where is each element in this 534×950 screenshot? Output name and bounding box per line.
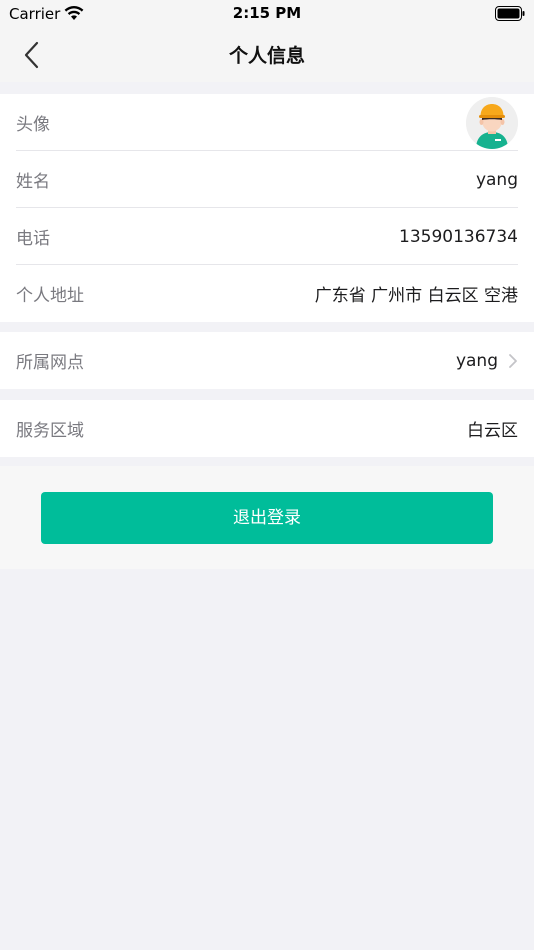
status-bar: Carrier 2:15 PM — [0, 0, 534, 28]
service-area-value: 白云区 — [467, 421, 518, 441]
worker-avatar-icon — [466, 96, 518, 149]
name-value: yang — [475, 169, 518, 190]
service-area-group: 服务区域 白云区 — [0, 400, 534, 457]
status-time: 2:15 PM — [232, 4, 302, 22]
service-area-row[interactable]: 服务区域 白云区 — [0, 400, 534, 457]
outlet-value: yang — [455, 350, 498, 371]
service-area-label: 服务区域 — [16, 421, 84, 441]
chevron-right-icon — [509, 353, 517, 368]
name-label: 姓名 — [16, 172, 50, 192]
name-row[interactable]: 姓名 yang — [0, 151, 534, 208]
page-title: 个人信息 — [228, 45, 305, 67]
logout-section: 退出登录 — [0, 466, 534, 569]
phone-value: 13590136734 — [399, 226, 518, 247]
avatar[interactable] — [466, 96, 518, 149]
avatar-row[interactable]: 头像 — [0, 94, 534, 151]
battery-icon — [495, 6, 525, 21]
avatar-label: 头像 — [16, 115, 50, 135]
address-row[interactable]: 个人地址 广东省 广州市 白云区 空港 — [0, 265, 534, 322]
outlet-group: 所属网点 yang — [0, 332, 534, 389]
profile-group: 头像 姓名 yang 电话 13590136734 个人地址 广东省 广州市 白… — [0, 94, 534, 322]
phone-label: 电话 — [16, 229, 50, 249]
outlet-row[interactable]: 所属网点 yang — [0, 332, 534, 389]
address-value: 广东省 广州市 白云区 空港 — [314, 286, 518, 306]
navigation-bar: 个人信息 — [0, 28, 534, 82]
phone-row[interactable]: 电话 13590136734 — [0, 208, 534, 265]
outlet-label: 所属网点 — [16, 353, 84, 373]
address-label: 个人地址 — [16, 286, 84, 306]
logout-button[interactable]: 退出登录 — [41, 492, 493, 544]
